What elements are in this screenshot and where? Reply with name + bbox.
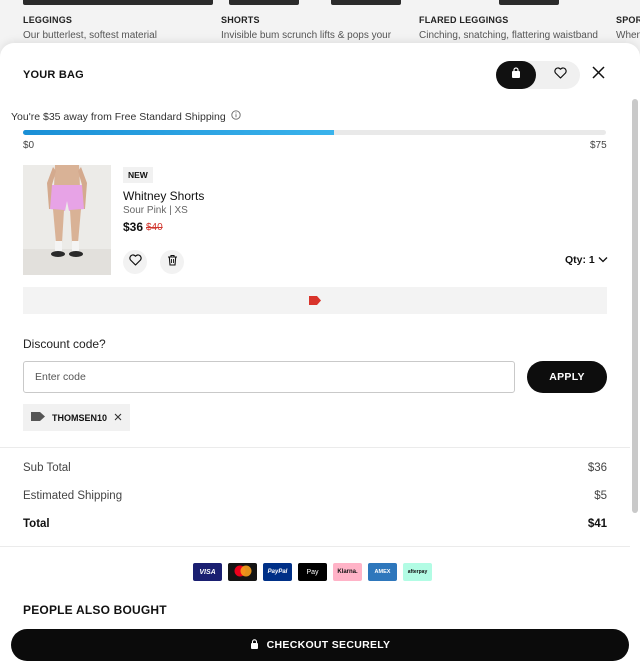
bag-wishlist-toggle [496, 61, 580, 89]
applied-code-text: THOMSEN10 [52, 412, 108, 423]
info-icon[interactable] [231, 110, 241, 123]
product-old-price: $40 [146, 222, 163, 233]
bag-tab-button[interactable] [496, 61, 536, 89]
category-title: FLARED LEGGINGS [419, 15, 509, 25]
shipping-row: Estimated Shipping $5 [23, 490, 607, 502]
divider [0, 447, 630, 448]
tag-icon [31, 412, 45, 423]
lock-icon [250, 638, 259, 652]
close-icon [591, 66, 605, 84]
paypal-text: PayPal [267, 569, 288, 575]
checkout-button[interactable]: CHECKOUT SECURELY [11, 629, 629, 661]
new-badge: NEW [123, 167, 153, 183]
category-description: Invisible bum scrunch lifts & pops your [221, 30, 392, 41]
paypal-logo: PayPal [263, 563, 292, 581]
afterpay-logo: afterpay [403, 563, 432, 581]
mastercard-icon [233, 565, 253, 579]
apple-pay-text: Pay [306, 568, 319, 576]
total-value: $41 [587, 518, 607, 530]
category-description: When [616, 30, 640, 41]
close-button[interactable] [588, 65, 608, 85]
shipping-value: $5 [594, 490, 607, 502]
checkout-label: CHECKOUT SECURELY [266, 639, 391, 651]
shipping-progress-bar [23, 130, 606, 135]
afterpay-text: afterpay [407, 569, 428, 575]
subtotal-label: Sub Total [23, 462, 71, 474]
payment-methods: VISA PayPal Pay Klarna. AMEX afterpay [193, 563, 432, 581]
shipping-progress-fill [23, 130, 334, 135]
visa-text: VISA [199, 568, 216, 576]
amex-text: AMEX [374, 569, 391, 575]
free-shipping-message: You're $35 away from Free Standard Shipp… [11, 110, 241, 123]
bag-title: YOUR BAG [23, 69, 84, 81]
wishlist-tab-button[interactable] [540, 61, 580, 89]
promo-message-bar [23, 287, 607, 314]
klarna-logo: Klarna. [333, 563, 362, 581]
applied-discount-chip: THOMSEN10 [23, 404, 131, 431]
product-image[interactable] [23, 165, 111, 275]
progress-min-label: $0 [23, 140, 35, 151]
category-title: SPOR [616, 15, 640, 25]
subtotal-value: $36 [587, 462, 607, 474]
bag-icon [510, 66, 522, 84]
tag-icon [309, 292, 321, 310]
drawer-scrollbar[interactable] [632, 99, 638, 513]
amex-logo: AMEX [368, 563, 397, 581]
progress-max-label: $75 [590, 140, 607, 151]
trash-icon [167, 253, 178, 271]
shipping-message-text: You're $35 away from Free Standard Shipp… [11, 110, 226, 123]
category-description: Our butterlest, softest material [23, 30, 157, 41]
divider [0, 546, 630, 547]
remove-item-button[interactable] [160, 250, 184, 274]
quantity-selector[interactable]: Qty: 1 [565, 254, 608, 266]
discount-code-input[interactable] [23, 361, 515, 393]
total-row: Total $41 [23, 518, 607, 530]
heart-icon [128, 253, 142, 271]
product-name[interactable]: Whitney Shorts [123, 189, 204, 203]
bag-header: YOUR BAG [0, 43, 630, 109]
mastercard-logo [228, 563, 257, 581]
apple-pay-logo: Pay [298, 563, 327, 581]
total-label: Total [23, 518, 50, 530]
heart-icon [553, 66, 567, 84]
product-price: $36 [123, 220, 144, 234]
category-title: LEGGINGS [23, 15, 73, 25]
klarna-text: Klarna. [337, 569, 358, 575]
visa-logo: VISA [193, 563, 222, 581]
bag-drawer: YOUR BAG You're $35 away from Free Stand… [0, 43, 640, 672]
chevron-down-icon [598, 254, 608, 266]
people-also-bought-heading: PEOPLE ALSO BOUGHT [23, 603, 167, 617]
remove-code-icon[interactable] [114, 413, 122, 423]
category-description: Cinching, snatching, flattering waistban… [419, 30, 598, 41]
shipping-label: Estimated Shipping [23, 490, 123, 502]
apply-discount-button[interactable]: APPLY [527, 361, 607, 393]
quantity-label: Qty: 1 [565, 254, 595, 266]
move-to-wishlist-button[interactable] [123, 250, 147, 274]
discount-label: Discount code? [23, 337, 106, 351]
product-variant: Sour Pink | XS [123, 205, 188, 216]
subtotal-row: Sub Total $36 [23, 462, 607, 474]
category-title: SHORTS [221, 15, 260, 25]
